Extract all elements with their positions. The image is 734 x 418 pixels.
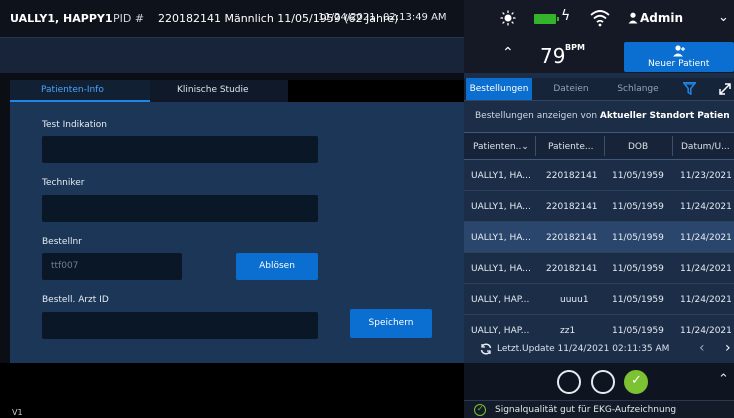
tab-files[interactable]: Dateien [538, 78, 604, 100]
orders-filter[interactable]: Bestellungen anzeigen von Aktueller Stan… [475, 111, 730, 121]
table-cell: UALLY1, HA... [471, 171, 531, 181]
table-cell: 11/05/1959 [612, 171, 664, 181]
patient-info-form: Test Indikation Techniker Bestellnr ttf0… [10, 102, 464, 364]
technician-field[interactable] [42, 195, 318, 222]
table-cell: UALLY1, HA... [471, 264, 531, 274]
new-patient-button[interactable]: Neuer Patient [624, 42, 734, 72]
wifi-icon[interactable] [590, 9, 610, 27]
new-patient-label: Neuer Patient [648, 59, 710, 69]
check-circle-icon: ✓ [474, 404, 486, 416]
column-header-dob[interactable]: DOB [628, 142, 648, 152]
indication-label: Test Indikation [42, 120, 107, 130]
table-cell: 220182141 [546, 264, 598, 274]
heart-rate-unit: BPM [565, 43, 585, 52]
table-cell: 220182141 [546, 233, 598, 243]
indication-field[interactable] [42, 136, 318, 163]
battery-icon [534, 14, 559, 24]
lead-label: V1 [12, 408, 23, 417]
table-cell: 11/24/2021 [680, 295, 732, 305]
replace-button[interactable]: Ablösen [236, 253, 318, 280]
previous-page-icon[interactable]: ‹ [699, 340, 705, 356]
patient-pid-label: PID # [113, 12, 145, 25]
tab-orders[interactable]: Bestellungen [466, 78, 532, 100]
filter-icon[interactable] [683, 82, 696, 95]
status-ok-icon: ✓ [624, 370, 648, 394]
order-number-field[interactable]: ttf007 [42, 253, 182, 280]
tab-label: Klinische Studie [177, 85, 249, 95]
table-cell: UALLY1, HA... [471, 233, 531, 243]
technician-label: Techniker [42, 178, 85, 188]
table-cell: uuuu1 [560, 295, 589, 305]
table-cell: UALLY1, HA... [471, 202, 531, 212]
refresh-icon[interactable] [480, 343, 492, 355]
brightness-icon[interactable] [500, 10, 516, 26]
patient-name: UALLY1, HAPPY1 [10, 12, 113, 25]
tab-patient-info[interactable]: Patienten-Info [10, 80, 150, 102]
status-circle-1 [557, 370, 581, 394]
user-icon [628, 12, 638, 24]
ecg-strip [0, 363, 464, 418]
table-cell: 11/24/2021 [680, 233, 732, 243]
patient-banner [0, 37, 464, 73]
save-button[interactable]: Speichern [350, 309, 432, 338]
filter-prefix: Bestellungen anzeigen von [475, 111, 598, 121]
table-cell: 11/05/1959 [612, 233, 664, 243]
patient-details: 220182141 Männlich 11/05/1959 (62 Jahre) [158, 12, 399, 25]
chevron-down-icon[interactable]: ⌄ [718, 10, 729, 25]
heart-rate-value: 79 [540, 44, 566, 68]
table-cell: 11/24/2021 [680, 264, 732, 274]
tab-label: Patienten-Info [41, 85, 104, 95]
table-cell: 220182141 [546, 202, 598, 212]
column-header-date[interactable]: Datum/U... [681, 142, 730, 152]
tab-clinical-study[interactable]: Klinische Studie [150, 80, 288, 102]
column-divider [672, 136, 673, 156]
tab-queue[interactable]: Schlange [605, 78, 671, 100]
filter-value: Aktueller Standort Patien [599, 111, 730, 121]
table-cell: 11/05/1959 [612, 202, 664, 212]
physician-id-field[interactable] [42, 312, 318, 339]
order-number-value: ttf007 [51, 261, 79, 271]
column-header-patient-name[interactable]: Patienten..⌄ [473, 142, 529, 152]
expand-icon[interactable] [718, 82, 732, 96]
tab-divider [464, 100, 734, 101]
column-divider [535, 136, 536, 156]
order-number-label: Bestellnr [42, 237, 82, 247]
last-update-text: Letzt.Update 11/24/2021 02:11:35 AM [497, 344, 670, 354]
charging-icon: ϟ [561, 8, 571, 24]
add-user-icon [673, 45, 685, 57]
table-cell: 11/05/1959 [612, 264, 664, 274]
table-cell: 11/23/2021 [680, 171, 732, 181]
chevron-up-icon[interactable]: ⌃ [718, 372, 729, 387]
signal-quality-text: Signalqualität gut für EKG-Aufzeichnung [495, 405, 677, 415]
chevron-up-icon[interactable]: ⌃ [502, 45, 514, 61]
table-cell: 11/24/2021 [680, 202, 732, 212]
column-header-patient-id[interactable]: Patiente... [548, 142, 593, 152]
physician-id-label: Bestell. Arzt ID [42, 295, 109, 305]
status-circle-2 [591, 370, 615, 394]
table-cell: UALLY, HAP... [471, 295, 530, 305]
table-cell: 220182141 [546, 171, 598, 181]
tab-strip-filler [288, 80, 464, 102]
table-cell: 11/05/1959 [612, 295, 664, 305]
column-divider [604, 136, 605, 156]
user-menu-label[interactable]: Admin [640, 11, 683, 25]
next-page-icon[interactable]: › [725, 340, 731, 356]
